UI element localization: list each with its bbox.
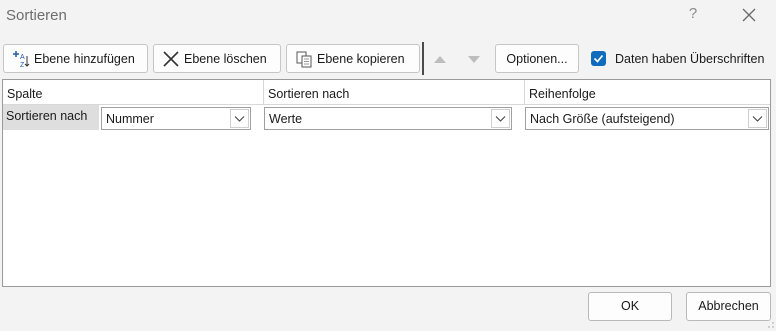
options-label: Optionen... xyxy=(506,51,568,66)
cancel-button[interactable]: Abbrechen xyxy=(686,292,771,321)
column-header-sortieren-nach: Sortieren nach xyxy=(268,87,350,101)
row-label[interactable]: Sortieren nach xyxy=(3,105,99,130)
column-header-spalte: Spalte xyxy=(7,87,43,101)
sort-levels-grid: Spalte Sortieren nach Reihenfolge Sortie… xyxy=(2,79,771,287)
toolbar-separator xyxy=(422,42,424,75)
options-button[interactable]: Optionen... xyxy=(495,44,579,73)
title-bar: Sortieren ? xyxy=(0,0,776,34)
add-level-label: Ebene hinzufügen xyxy=(34,51,135,66)
close-button[interactable] xyxy=(737,6,761,26)
ok-button[interactable]: OK xyxy=(588,292,672,321)
dialog-title: Sortieren xyxy=(6,7,67,24)
column-header-reihenfolge: Reihenfolge xyxy=(529,87,596,101)
chevron-down-icon xyxy=(495,116,506,122)
sort-on-select-value: Werte xyxy=(269,112,303,126)
copy-level-button[interactable]: Ebene kopieren xyxy=(286,44,420,73)
headers-checkbox-label[interactable]: Daten haben Überschriften xyxy=(615,52,764,66)
copy-level-label: Ebene kopieren xyxy=(317,51,405,66)
svg-text:A: A xyxy=(20,54,25,61)
column-select-value: Nummer xyxy=(106,112,154,126)
resize-grip[interactable] xyxy=(768,317,774,328)
order-select-dropdown[interactable] xyxy=(748,109,767,128)
order-select-value: Nach Größe (aufsteigend) xyxy=(530,112,675,126)
help-button[interactable]: ? xyxy=(684,5,702,22)
delete-icon xyxy=(162,50,180,68)
move-down-button[interactable] xyxy=(464,50,484,68)
delete-level-button[interactable]: Ebene löschen xyxy=(153,44,281,73)
copy-icon xyxy=(295,50,313,68)
chevron-down-icon xyxy=(234,116,245,122)
order-select[interactable]: Nach Größe (aufsteigend) xyxy=(525,107,769,130)
close-icon xyxy=(742,8,756,22)
column-select-dropdown[interactable] xyxy=(230,109,249,128)
move-up-icon xyxy=(434,56,446,63)
sort-on-select-dropdown[interactable] xyxy=(491,109,510,128)
headers-checkbox[interactable] xyxy=(591,51,606,66)
svg-text:Z: Z xyxy=(20,62,25,68)
checkmark-icon xyxy=(593,54,604,63)
add-level-button[interactable]: A Z Ebene hinzufügen xyxy=(3,44,148,73)
delete-level-label: Ebene löschen xyxy=(184,51,267,66)
move-down-icon xyxy=(468,56,480,63)
chevron-down-icon xyxy=(752,116,763,122)
header-bottom-line xyxy=(3,104,770,105)
sort-on-select[interactable]: Werte xyxy=(264,107,512,130)
column-select[interactable]: Nummer xyxy=(101,107,251,130)
add-level-icon: A Z xyxy=(12,50,30,69)
move-up-button[interactable] xyxy=(430,50,450,68)
